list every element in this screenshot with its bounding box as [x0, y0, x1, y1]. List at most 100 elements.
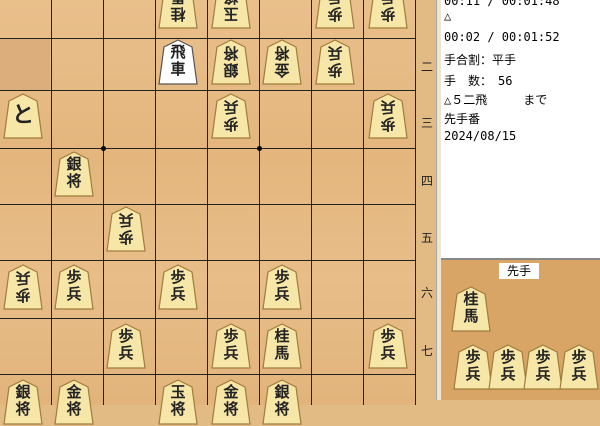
piece-char: 兵: [170, 285, 186, 303]
piece-char: 歩: [327, 61, 343, 79]
grid-line-horizontal: [0, 318, 416, 319]
piece-char: 歩: [66, 268, 82, 286]
star-point: [101, 146, 106, 151]
top-clock: 00:11 / 00:01:48: [444, 0, 560, 8]
piece-char: 銀: [274, 383, 290, 401]
gote-knight-piece[interactable]: 馬桂: [156, 0, 200, 30]
piece-char: 歩: [571, 348, 587, 366]
grid-line-horizontal: [0, 90, 416, 91]
piece-char: 兵: [380, 344, 396, 362]
gote-pawn-piece[interactable]: 兵歩: [1, 263, 45, 311]
gote-pawn-piece[interactable]: 兵歩: [313, 38, 357, 86]
sente-pawn-piece[interactable]: 歩兵: [260, 263, 304, 311]
piece-char: 歩: [118, 228, 134, 246]
gote-pawn-piece[interactable]: 兵歩: [209, 92, 253, 140]
sente-pawn-piece[interactable]: 歩兵: [52, 263, 96, 311]
sente-silver-piece[interactable]: 銀将: [1, 378, 45, 426]
piece-char: 桂: [170, 5, 186, 23]
rank-label: 五: [420, 231, 433, 245]
piece-char: 将: [15, 400, 31, 418]
piece-char: 将: [223, 400, 239, 418]
piece-char: 飛: [170, 43, 186, 61]
sente-gold-piece[interactable]: 金将: [209, 378, 253, 426]
rank-label: 四: [420, 174, 433, 188]
piece-char: と: [11, 102, 34, 128]
rank-label: 七: [420, 344, 433, 358]
rank-label: 二: [420, 60, 433, 74]
grid-line-horizontal: [0, 148, 416, 149]
piece-char: 金: [223, 383, 239, 401]
grid-line-vertical: [51, 0, 52, 405]
piece-char: 歩: [118, 327, 134, 345]
piece-char: 金: [66, 383, 82, 401]
sente-pawn-piece[interactable]: 歩兵: [557, 343, 600, 391]
piece-char: 銀: [15, 383, 31, 401]
piece-char: 歩: [380, 5, 396, 23]
sente-hand-area[interactable]: 先手 桂馬歩兵歩兵歩兵歩兵: [441, 260, 600, 400]
grid-line-horizontal: [0, 260, 416, 261]
piece-char: 馬: [156, 0, 200, 6]
sente-pawn-piece[interactable]: 歩兵: [104, 322, 148, 370]
piece-char: 歩: [223, 115, 239, 133]
piece-char: 歩: [380, 327, 396, 345]
sente-gold-piece[interactable]: 金将: [52, 378, 96, 426]
piece-char: 兵: [274, 285, 290, 303]
gote-pawn-piece[interactable]: 兵歩: [366, 92, 410, 140]
piece-char: 兵: [380, 98, 396, 116]
piece-char: 歩: [15, 286, 31, 304]
piece-char: 歩: [380, 115, 396, 133]
shogi-board[interactable]: 二三四五六七馬桂将玉兵歩兵歩飛車将銀将金兵歩と兵歩兵歩銀将兵歩兵歩歩兵歩兵歩兵歩…: [0, 0, 433, 425]
piece-char: 歩: [170, 268, 186, 286]
piece-char: 兵: [366, 0, 410, 6]
piece-char: 将: [223, 44, 239, 62]
gote-gold-piece[interactable]: 将金: [260, 38, 304, 86]
grid-line-vertical: [415, 0, 416, 405]
game-clock: 00:02 / 00:01:52: [444, 30, 560, 44]
rank-label: 三: [420, 116, 433, 130]
sente-rook-piece[interactable]: 飛車: [156, 38, 200, 86]
piece-char: 歩: [274, 268, 290, 286]
sente-lance-piece[interactable]: と: [1, 92, 45, 140]
gote-pawn-piece[interactable]: 兵歩: [313, 0, 357, 30]
piece-char: 将: [209, 0, 253, 6]
sente-silver-piece[interactable]: 銀将: [260, 378, 304, 426]
star-point: [257, 146, 262, 151]
piece-char: 兵: [327, 44, 343, 62]
grid-line-horizontal: [0, 204, 416, 205]
piece-char: 兵: [118, 344, 134, 362]
piece-char: 車: [170, 60, 186, 78]
piece-char: 将: [66, 172, 82, 190]
gote-silver-piece[interactable]: 将銀: [209, 38, 253, 86]
game-info-panel: 00:11 / 00:01:48 △ 00:02 / 00:01:52 手合割：…: [441, 0, 600, 260]
sente-pawn-piece[interactable]: 歩兵: [209, 322, 253, 370]
piece-char: 玉: [170, 383, 186, 401]
piece-char: 兵: [571, 365, 587, 383]
sente-knight-piece[interactable]: 桂馬: [260, 322, 304, 370]
sente-pawn-piece[interactable]: 歩兵: [156, 263, 200, 311]
highlight-cell: [0, 38, 50, 90]
player-mark: △: [444, 9, 452, 23]
piece-char: 兵: [223, 98, 239, 116]
gote-pawn-piece[interactable]: 兵歩: [366, 0, 410, 30]
piece-char: 歩: [327, 5, 343, 23]
grid-line-vertical: [363, 0, 364, 405]
turn-indicator: 先手番: [444, 112, 481, 126]
sente-king-piece[interactable]: 玉将: [156, 378, 200, 426]
piece-char: 馬: [463, 307, 479, 325]
gote-king-piece[interactable]: 将玉: [209, 0, 253, 30]
piece-char: 将: [170, 400, 186, 418]
piece-char: 桂: [463, 290, 479, 308]
piece-char: 金: [274, 61, 290, 79]
sente-knight-piece[interactable]: 桂馬: [449, 285, 493, 333]
gote-pawn-piece[interactable]: 兵歩: [104, 205, 148, 253]
handicap-text: 手合割：平手: [444, 53, 517, 67]
sente-pawn-piece[interactable]: 歩兵: [366, 322, 410, 370]
piece-char: 歩: [223, 327, 239, 345]
piece-char: 将: [66, 400, 82, 418]
grid-line-horizontal: [0, 374, 416, 375]
grid-line-vertical: [207, 0, 208, 405]
piece-char: 銀: [66, 155, 82, 173]
sente-silver-piece[interactable]: 銀将: [52, 150, 96, 198]
game-date: 2024/08/15: [444, 129, 517, 143]
piece-char: 銀: [223, 61, 239, 79]
